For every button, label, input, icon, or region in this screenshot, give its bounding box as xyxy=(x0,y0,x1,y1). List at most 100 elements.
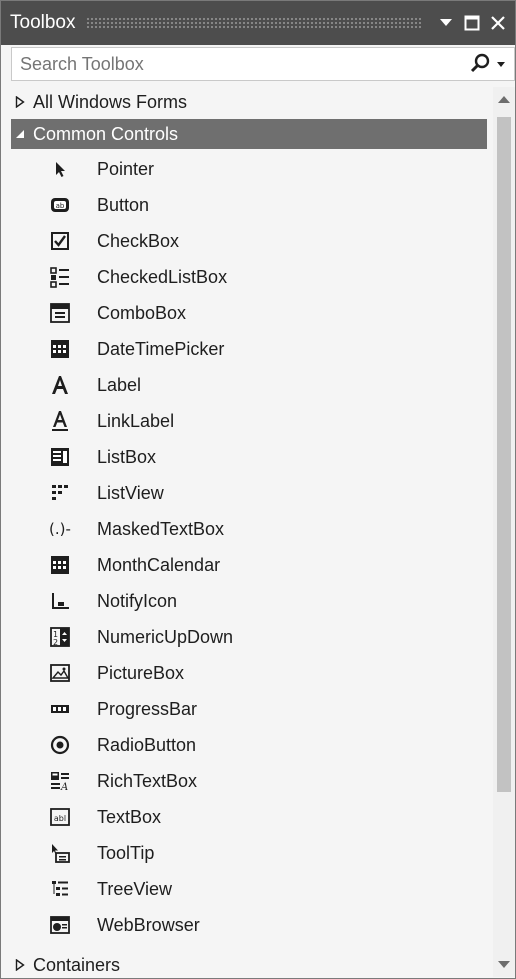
radiobutton-icon xyxy=(47,732,73,758)
dropdown-icon xyxy=(440,19,452,26)
item-label: ToolTip xyxy=(97,842,155,863)
item-label: WebBrowser xyxy=(97,914,200,935)
scroll-down-button[interactable] xyxy=(497,959,511,971)
toolbox-item-checkedlistbox[interactable]: CheckedListBox xyxy=(11,259,487,295)
item-label: NotifyIcon xyxy=(97,590,178,611)
item-label: MonthCalendar xyxy=(97,554,221,575)
group-label: Containers xyxy=(33,954,121,975)
toolbox-item-linklabel[interactable]: LinkLabel xyxy=(11,403,487,439)
toolbox-item-webbrowser[interactable]: WebBrowser xyxy=(11,907,487,943)
vertical-scrollbar[interactable] xyxy=(493,87,515,977)
pointer-icon xyxy=(47,156,73,182)
toolbox-item-button[interactable]: ab Button xyxy=(11,187,487,223)
item-label: Pointer xyxy=(97,158,155,179)
toolbox-item-tooltip[interactable]: ToolTip xyxy=(11,835,487,871)
toolbox-item-radiobutton[interactable]: RadioButton xyxy=(11,727,487,763)
item-label: CheckedListBox xyxy=(97,266,228,287)
group-label: Common Controls xyxy=(33,123,179,144)
svg-text:ab: ab xyxy=(56,202,65,210)
drag-grip[interactable] xyxy=(85,17,421,29)
label-icon xyxy=(47,372,73,398)
toolbox-item-progressbar[interactable]: ProgressBar xyxy=(11,691,487,727)
listbox-icon xyxy=(47,444,73,470)
svg-text:(.)-: (.)- xyxy=(49,520,71,538)
toolbox-item-notifyicon[interactable]: NotifyIcon xyxy=(11,583,487,619)
toolbox-panel: Toolbox All Windows Forms Common Control… xyxy=(0,0,516,979)
datetimepicker-icon xyxy=(47,336,73,362)
item-label: MaskedTextBox xyxy=(97,518,225,539)
checkedlistbox-icon xyxy=(47,264,73,290)
svg-text:abl: abl xyxy=(54,814,66,823)
toolbox-item-numericupdown[interactable]: 12 NumericUpDown xyxy=(11,619,487,655)
toolbox-item-datetimepicker[interactable]: DateTimePicker xyxy=(11,331,487,367)
toolbox-item-textbox[interactable]: abl TextBox xyxy=(11,799,487,835)
chevron-down-icon xyxy=(497,62,505,67)
toolbox-item-treeview[interactable]: TreeView xyxy=(11,871,487,907)
tooltip-icon xyxy=(47,840,73,866)
item-label: DateTimePicker xyxy=(97,338,225,359)
toolbox-item-label[interactable]: Label xyxy=(11,367,487,403)
close-button[interactable] xyxy=(485,8,511,38)
toolbox-item-listbox[interactable]: ListBox xyxy=(11,439,487,475)
button-icon: ab xyxy=(47,192,73,218)
group-common-controls[interactable]: Common Controls xyxy=(11,119,487,149)
listview-icon xyxy=(47,480,73,506)
group-label: All Windows Forms xyxy=(33,91,188,112)
close-icon xyxy=(491,16,505,30)
item-label: Label xyxy=(97,374,142,395)
item-label: CheckBox xyxy=(97,230,180,251)
search-box[interactable] xyxy=(11,47,515,81)
toolbox-item-pointer[interactable]: Pointer xyxy=(11,151,487,187)
maskedtextbox-icon: (.)- xyxy=(47,516,73,542)
progressbar-icon xyxy=(47,696,73,722)
collapse-arrow-icon xyxy=(15,129,33,139)
textbox-icon: abl xyxy=(47,804,73,830)
search-input[interactable] xyxy=(18,52,462,76)
treeview-icon xyxy=(47,876,73,902)
linklabel-icon xyxy=(47,408,73,434)
group-all-windows-forms[interactable]: All Windows Forms xyxy=(11,87,487,117)
title-bar[interactable]: Toolbox xyxy=(1,1,515,45)
maximize-icon xyxy=(464,15,480,31)
item-label: RichTextBox xyxy=(97,770,198,791)
item-label: ProgressBar xyxy=(97,698,198,719)
expand-arrow-icon xyxy=(15,96,33,108)
search-icon xyxy=(470,53,490,73)
toolbox-item-maskedtextbox[interactable]: (.)- MaskedTextBox xyxy=(11,511,487,547)
item-label: Button xyxy=(97,194,150,215)
dropdown-button[interactable] xyxy=(433,8,459,38)
item-label: TextBox xyxy=(97,806,162,827)
numericupdown-icon: 12 xyxy=(47,624,73,650)
monthcalendar-icon xyxy=(47,552,73,578)
group-containers[interactable]: Containers xyxy=(11,950,487,978)
window-title: Toolbox xyxy=(10,12,76,33)
expand-arrow-icon xyxy=(15,959,33,971)
svg-text:A: A xyxy=(60,782,68,792)
toolbox-item-listview[interactable]: ListView xyxy=(11,475,487,511)
item-label: ComboBox xyxy=(97,302,187,323)
webbrowser-icon xyxy=(47,912,73,938)
picturebox-icon xyxy=(47,660,73,686)
item-label: PictureBox xyxy=(97,662,185,683)
toolbox-item-picturebox[interactable]: PictureBox xyxy=(11,655,487,691)
richtextbox-icon: A xyxy=(47,768,73,794)
combobox-icon xyxy=(47,300,73,326)
item-label: LinkLabel xyxy=(97,410,175,431)
toolbox-item-checkbox[interactable]: CheckBox xyxy=(11,223,487,259)
svg-text:2: 2 xyxy=(53,638,58,647)
scroll-up-icon xyxy=(498,96,510,103)
maximize-button[interactable] xyxy=(459,8,485,38)
search-button[interactable] xyxy=(470,53,506,75)
toolbox-item-combobox[interactable]: ComboBox xyxy=(11,295,487,331)
item-label: RadioButton xyxy=(97,734,197,755)
item-label: ListView xyxy=(97,482,164,503)
item-label: TreeView xyxy=(97,878,173,899)
scroll-up-button[interactable] xyxy=(497,93,511,105)
notifyicon-icon xyxy=(47,588,73,614)
toolbox-item-monthcalendar[interactable]: MonthCalendar xyxy=(11,547,487,583)
item-label: NumericUpDown xyxy=(97,626,234,647)
scroll-thumb[interactable] xyxy=(497,117,511,792)
item-label: ListBox xyxy=(97,446,157,467)
toolbox-item-richtextbox[interactable]: A RichTextBox xyxy=(11,763,487,799)
scroll-down-icon xyxy=(498,961,510,968)
